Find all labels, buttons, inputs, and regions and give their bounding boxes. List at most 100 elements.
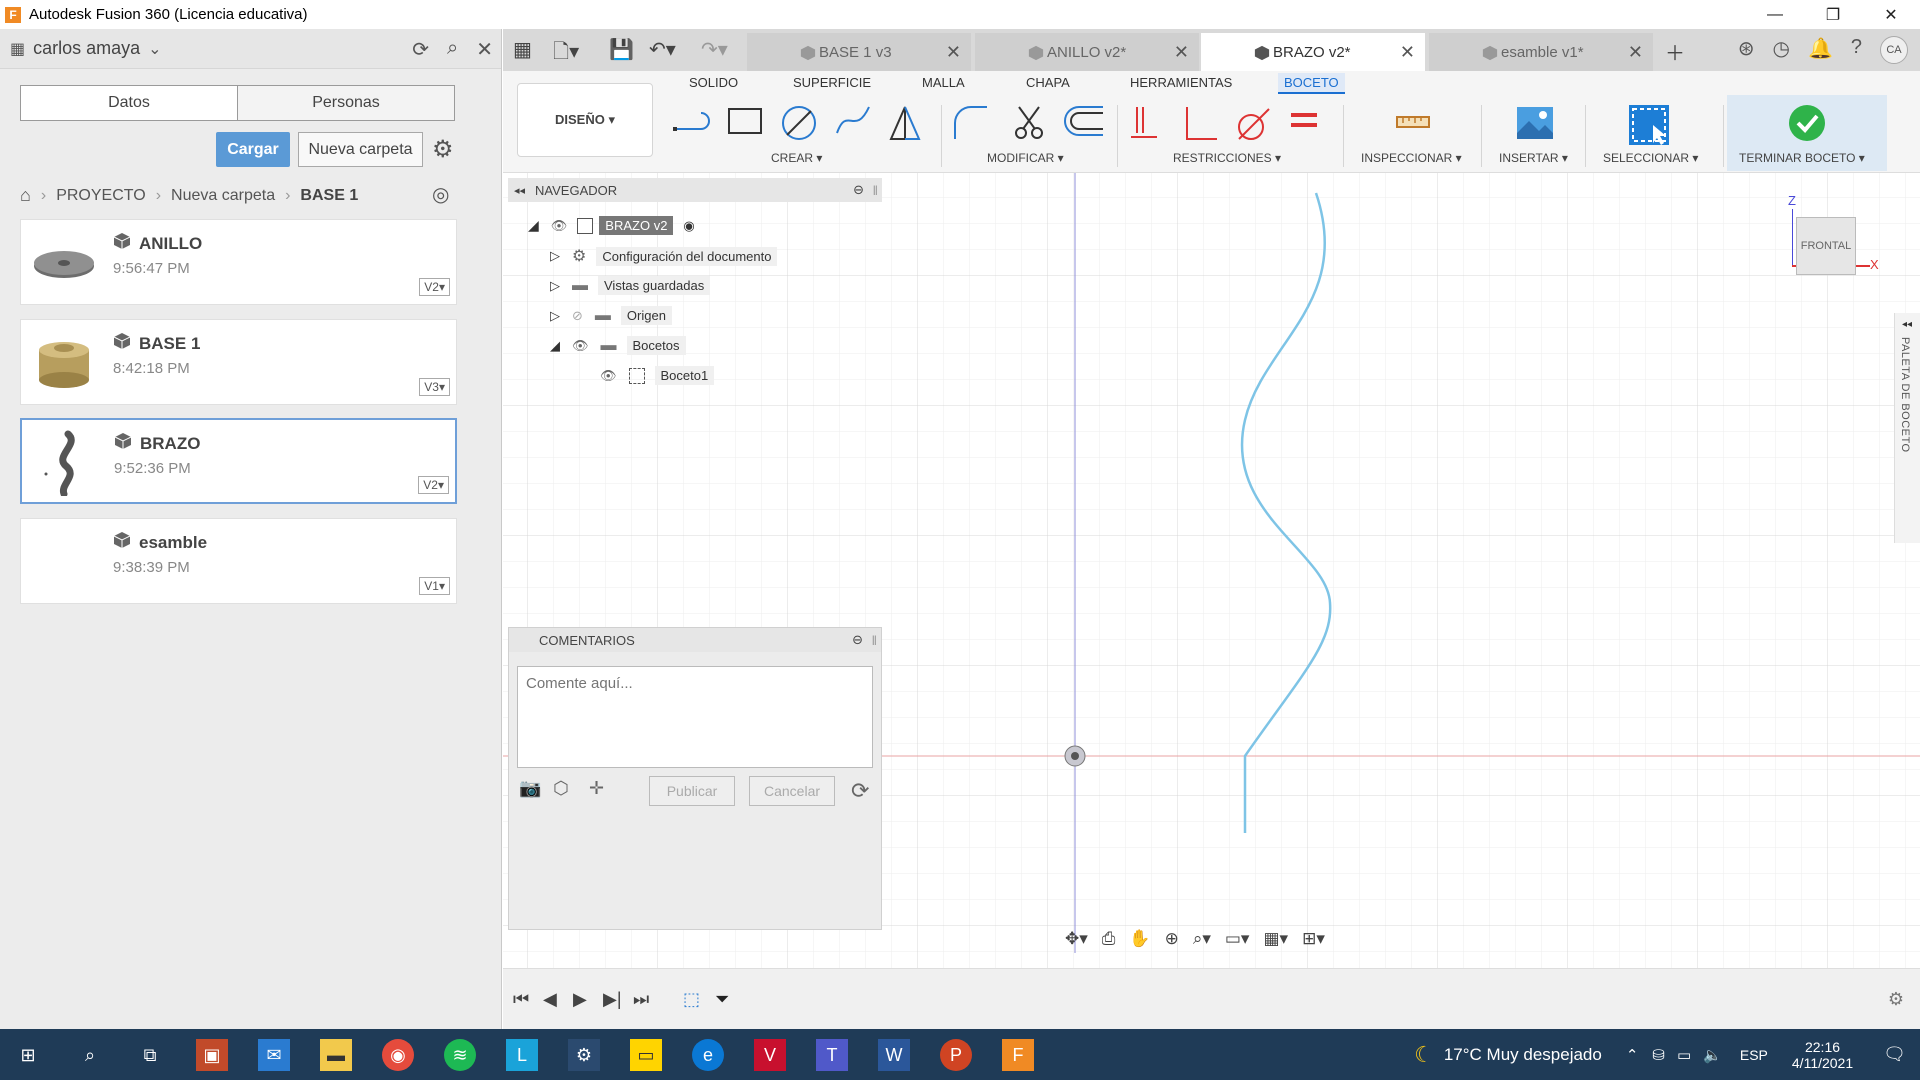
- weather-icon[interactable]: ☾: [1414, 1042, 1434, 1068]
- select-menu[interactable]: SELECCIONAR ▾: [1603, 151, 1698, 165]
- list-item[interactable]: esamble 9:38:39 PM V1▾: [20, 518, 457, 604]
- spline-tool-icon[interactable]: [833, 103, 873, 139]
- new-tab-icon[interactable]: ＋: [1665, 37, 1685, 66]
- create-menu[interactable]: CREAR ▾: [771, 151, 822, 165]
- sticky-notes-icon[interactable]: ▭: [630, 1039, 662, 1071]
- search-icon[interactable]: ⌕: [74, 1039, 106, 1071]
- camera-icon[interactable]: 📷: [519, 778, 541, 799]
- close-icon[interactable]: ✕: [1400, 42, 1415, 63]
- publish-button[interactable]: Publicar: [649, 776, 735, 806]
- task-view-icon[interactable]: ⧉: [134, 1039, 166, 1071]
- tree-node[interactable]: ◢ 👁 ▬ Bocetos: [550, 336, 686, 355]
- finish-sketch-button[interactable]: TERMINAR BOCETO ▾: [1739, 151, 1865, 165]
- pin-icon[interactable]: ‖: [873, 183, 878, 198]
- sketch-palette-collapsed[interactable]: ◂◂ PALETA DE BOCETO: [1894, 313, 1920, 543]
- workspace-switcher[interactable]: DISEÑO ▾: [517, 83, 653, 157]
- clock[interactable]: 22:16 4/11/2021: [1792, 1039, 1853, 1071]
- hidden-eye-icon[interactable]: ⊘: [572, 308, 583, 324]
- version-badge[interactable]: V2▾: [419, 278, 450, 296]
- spotify-icon[interactable]: ≋: [444, 1039, 476, 1071]
- perpendicular-constraint-icon[interactable]: [1181, 103, 1221, 143]
- save-icon[interactable]: 💾: [609, 37, 634, 62]
- tab-personas[interactable]: Personas: [237, 86, 454, 120]
- close-window-button[interactable]: ✕: [1862, 0, 1920, 29]
- home-icon[interactable]: ⌂: [20, 185, 31, 206]
- windows-start-icon[interactable]: ⊞: [12, 1039, 44, 1071]
- line-tool-icon[interactable]: [671, 103, 715, 139]
- tab-boceto[interactable]: BOCETO: [1278, 73, 1345, 94]
- tab-chapa[interactable]: CHAPA: [1026, 75, 1070, 90]
- extensions-icon[interactable]: ⊛: [1738, 36, 1755, 64]
- list-item[interactable]: BASE 1 8:42:18 PM V3▾: [20, 319, 457, 405]
- tree-node-label[interactable]: Bocetos: [626, 336, 686, 355]
- job-status-icon[interactable]: ◷: [1773, 36, 1790, 64]
- go-to-end-icon[interactable]: ⏭: [633, 989, 649, 1010]
- tab-superficie[interactable]: SUPERFICIE: [793, 75, 871, 90]
- tray-chevron-icon[interactable]: ⌃: [1626, 1046, 1639, 1064]
- comment-input[interactable]: [517, 666, 873, 768]
- valorant-icon[interactable]: V: [754, 1039, 786, 1071]
- new-folder-button[interactable]: Nueva carpeta: [298, 132, 423, 167]
- notifications-icon[interactable]: 🔔: [1808, 36, 1833, 64]
- powerpoint-icon[interactable]: P: [940, 1039, 972, 1071]
- fusion-taskbar-icon[interactable]: F: [1002, 1039, 1034, 1071]
- language-indicator[interactable]: ESP: [1740, 1047, 1768, 1063]
- browser-panel-header[interactable]: ◂◂ NAVEGADOR ⊖ ‖: [508, 178, 882, 202]
- file-menu-icon[interactable]: 🗋▾: [553, 37, 579, 71]
- cancel-button[interactable]: Cancelar: [749, 776, 835, 806]
- constraints-menu[interactable]: RESTRICCIONES ▾: [1173, 151, 1281, 165]
- tree-node[interactable]: ▷ ⊘ ▬ Origen: [550, 306, 672, 325]
- word-icon[interactable]: W: [878, 1039, 910, 1071]
- visibility-icon[interactable]: 👁: [572, 338, 589, 354]
- help-icon[interactable]: ?: [1851, 36, 1862, 64]
- file-explorer-icon[interactable]: ▬: [320, 1039, 352, 1071]
- sketch-label[interactable]: Boceto1: [654, 366, 715, 385]
- chevron-down-icon[interactable]: ⌄: [148, 39, 161, 59]
- store-icon[interactable]: ▣: [196, 1039, 228, 1071]
- tree-node-label[interactable]: Vistas guardadas: [598, 276, 711, 295]
- volume-icon[interactable]: 🔈: [1703, 1046, 1722, 1064]
- trim-tool-icon[interactable]: [1009, 103, 1049, 143]
- root-component-label[interactable]: BRAZO v2: [599, 216, 674, 235]
- close-icon[interactable]: ✕: [1174, 42, 1189, 63]
- go-to-start-icon[interactable]: ⏮: [513, 989, 529, 1010]
- tree-node[interactable]: ▷ ⚙ Configuración del documento: [550, 246, 778, 266]
- offset-tool-icon[interactable]: [1063, 103, 1107, 139]
- tab-herramientas[interactable]: HERRAMIENTAS: [1130, 75, 1232, 90]
- look-at-icon[interactable]: ⎙: [1102, 929, 1116, 959]
- tree-node[interactable]: ▷ ▬ Vistas guardadas: [550, 276, 711, 295]
- gear-icon[interactable]: ⚙: [432, 135, 454, 164]
- tab-solido[interactable]: SOLIDO: [689, 75, 738, 90]
- notification-center-icon[interactable]: 🗨: [1883, 1044, 1906, 1065]
- insert-menu[interactable]: INSERTAR ▾: [1499, 151, 1568, 165]
- timeline-marker[interactable]: ⏷: [715, 989, 729, 1010]
- list-item[interactable]: ANILLO 9:56:47 PM V2▾: [20, 219, 457, 305]
- refresh-icon[interactable]: ⟳: [851, 778, 869, 804]
- chrome-icon[interactable]: ◉: [382, 1039, 414, 1071]
- undo-icon[interactable]: ↶▾: [649, 37, 676, 62]
- expand-triangle-icon[interactable]: ▷: [550, 278, 560, 294]
- tab-datos[interactable]: Datos: [21, 86, 237, 120]
- inspect-menu[interactable]: INSPECCIONAR ▾: [1361, 151, 1462, 165]
- upload-button[interactable]: Cargar: [216, 132, 290, 167]
- grid-settings-icon[interactable]: ▦▾: [1263, 929, 1288, 959]
- origin-point[interactable]: [1064, 745, 1086, 767]
- point-icon[interactable]: ✛: [589, 778, 604, 799]
- network-icon[interactable]: ⛁: [1652, 1046, 1665, 1064]
- tab-malla[interactable]: MALLA: [922, 75, 965, 90]
- tab-anillo[interactable]: ANILLO v2* ✕: [975, 33, 1199, 71]
- teams-icon[interactable]: T: [816, 1039, 848, 1071]
- globe-icon[interactable]: ◎: [432, 182, 449, 207]
- expand-icon[interactable]: ◂◂: [1902, 319, 1912, 330]
- expand-triangle-icon[interactable]: ▷: [550, 308, 560, 324]
- view-cube[interactable]: Z X FRONTAL: [1788, 193, 1879, 283]
- tree-root[interactable]: ◢ 👁 BRAZO v2 ◉: [528, 216, 695, 235]
- redo-icon[interactable]: ↷▾: [701, 37, 728, 62]
- version-badge[interactable]: V1▾: [419, 577, 450, 595]
- orbit-icon[interactable]: ✥▾: [1065, 929, 1088, 959]
- timeline-sketch-feature[interactable]: ⬚: [683, 989, 700, 1010]
- tab-base1[interactable]: BASE 1 v3 ✕: [747, 33, 971, 71]
- restore-button[interactable]: ❐: [1804, 0, 1862, 29]
- rectangle-tool-icon[interactable]: [725, 103, 765, 139]
- select-tool-icon[interactable]: [1627, 103, 1671, 147]
